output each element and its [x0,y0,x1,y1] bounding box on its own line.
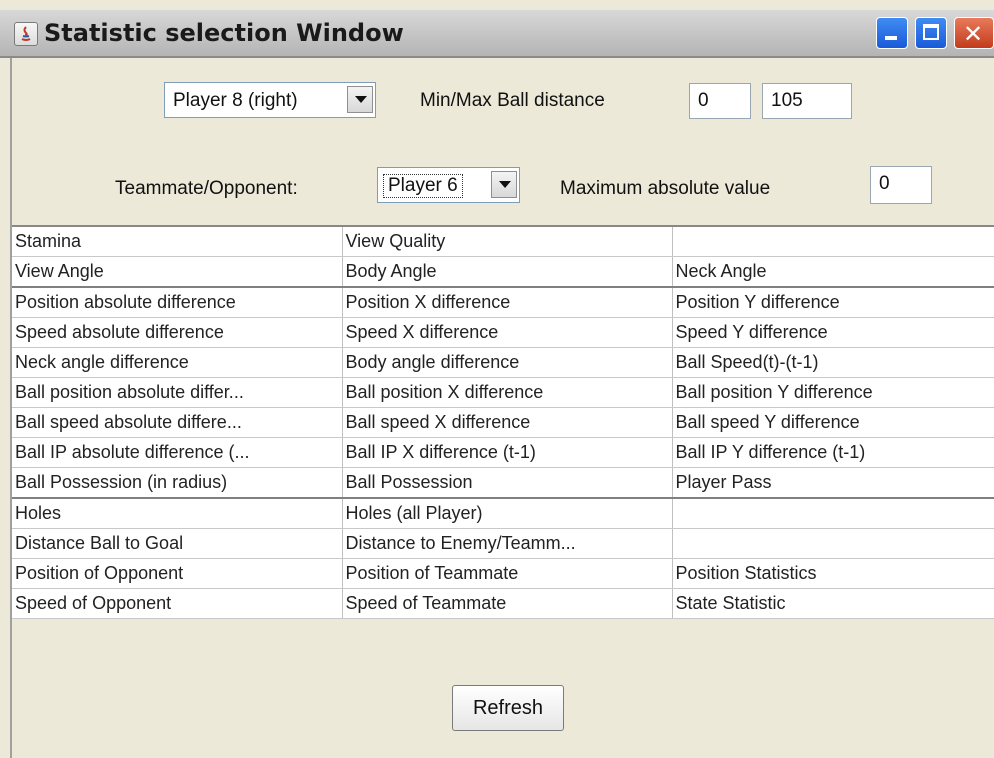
player-select[interactable]: Player 8 (right) [164,82,376,118]
statistic-option[interactable]: Speed X difference [342,317,673,348]
statistic-option[interactable]: Position Y difference [672,287,994,318]
max-absolute-value-field[interactable]: 0 [870,166,932,204]
max-absolute-label: Maximum absolute value [560,178,771,199]
window-title: Statistic selection Window [44,19,404,47]
statistic-option[interactable]: Neck Angle [672,256,994,288]
max-absolute-value: 0 [879,173,890,194]
statistic-option[interactable]: Ball speed absolute differe... [12,407,343,438]
statistic-option[interactable]: Stamina [12,227,343,257]
java-icon[interactable] [14,22,38,46]
teammate-select[interactable]: Player 6 [377,167,520,203]
statistic-option[interactable]: Neck angle difference [12,347,343,378]
statistic-option[interactable]: Ball speed X difference [342,407,673,438]
statistic-option[interactable]: Body Angle [342,256,673,288]
content-panel: Player 8 (right) Min/Max Ball distance 0… [10,58,994,758]
statistic-option[interactable]: Holes [12,498,343,529]
statistic-option[interactable]: Distance to Enemy/Teamm... [342,528,673,559]
statistic-option[interactable]: Ball Speed(t)-(t-1) [672,347,994,378]
minimize-button[interactable] [876,17,908,49]
minimize-icon [885,36,897,40]
statistic-option[interactable]: Ball position X difference [342,377,673,408]
max-ball-distance-value: 105 [771,90,803,111]
statistic-option[interactable]: Position absolute difference [12,287,343,318]
statistic-option[interactable]: Ball position Y difference [672,377,994,408]
close-icon: ✕ [963,20,984,48]
table-row: Ball IP absolute difference (... Ball IP … [12,437,994,468]
statistic-selection-window: Statistic selection Window ✕ Player 8 (r… [0,0,994,758]
teammate-select-value: Player 6 [383,174,463,198]
statistic-option[interactable] [672,528,994,559]
table-row: Holes Holes (all Player) [12,498,994,529]
table-row: Position absolute difference Position X d… [12,287,994,318]
statistic-option[interactable]: Position X difference [342,287,673,318]
statistic-option[interactable]: Player Pass [672,467,994,499]
table-row: Ball Possession (in radius) Ball Possessi… [12,467,994,499]
maximize-icon [923,24,939,40]
statistic-option[interactable]: View Quality [342,227,673,257]
min-ball-distance-field[interactable]: 0 [689,83,751,119]
table-row: View Angle Body Angle Neck Angle [12,256,994,288]
table-row: Position of Opponent Position of Teammate… [12,558,994,589]
statistic-option[interactable]: Position Statistics [672,558,994,589]
statistic-option[interactable]: Distance Ball to Goal [12,528,343,559]
statistic-option[interactable]: Speed of Opponent [12,588,343,619]
statistic-option[interactable]: Position of Opponent [12,558,343,589]
table-row: Ball speed absolute differe... Ball speed… [12,407,994,438]
statistic-option[interactable]: Body angle difference [342,347,673,378]
statistic-option[interactable] [672,498,994,529]
teammate-label: Teammate/Opponent: [115,178,298,199]
chevron-down-icon[interactable] [491,171,517,198]
statistic-option[interactable]: Ball Possession (in radius) [12,467,343,499]
statistic-option[interactable]: Speed of Teammate [342,588,673,619]
statistic-option[interactable]: View Angle [12,256,343,288]
statistic-option[interactable]: Ball IP Y difference (t-1) [672,437,994,468]
statistic-option[interactable]: Speed absolute difference [12,317,343,348]
statistic-option[interactable]: Ball position absolute differ... [12,377,343,408]
statistic-option[interactable]: State Statistic [672,588,994,619]
table-row: Speed absolute difference Speed X differe… [12,317,994,348]
statistic-option[interactable]: Holes (all Player) [342,498,673,529]
statistics-grid: Stamina View Quality View Angle Body Angle N… [12,225,994,619]
statistic-option[interactable]: Position of Teammate [342,558,673,589]
table-row: Stamina View Quality [12,227,994,257]
table-row: Neck angle difference Body angle differen… [12,347,994,378]
title-bar[interactable]: Statistic selection Window ✕ [0,10,994,58]
close-button[interactable]: ✕ [954,17,994,49]
max-ball-distance-field[interactable]: 105 [762,83,852,119]
statistic-option[interactable] [672,227,994,257]
table-row: Ball position absolute differ... Ball pos… [12,377,994,408]
chevron-down-icon[interactable] [347,86,373,113]
statistic-option[interactable]: Ball IP X difference (t-1) [342,437,673,468]
statistic-option[interactable]: Speed Y difference [672,317,994,348]
statistic-option[interactable]: Ball Possession [342,467,673,499]
maximize-button[interactable] [915,17,947,49]
refresh-button[interactable]: Refresh [452,685,564,731]
ball-distance-label: Min/Max Ball distance [420,90,605,111]
table-row: Distance Ball to Goal Distance to Enemy/T… [12,528,994,559]
statistic-option[interactable]: Ball IP absolute difference (... [12,437,343,468]
statistic-option[interactable]: Ball speed Y difference [672,407,994,438]
table-row: Speed of Opponent Speed of Teammate State … [12,588,994,619]
min-ball-distance-value: 0 [698,90,709,111]
player-select-value: Player 8 (right) [173,90,298,111]
